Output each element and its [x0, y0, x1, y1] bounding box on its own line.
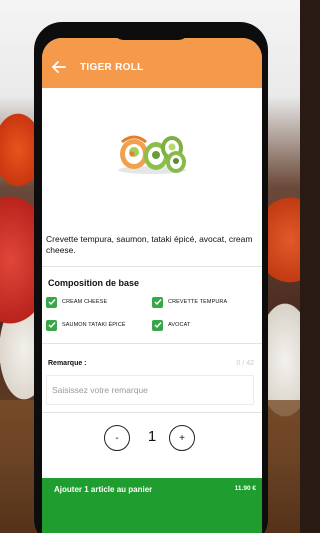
option-crevette-tempura[interactable]: CREVETTE TEMPURA [152, 296, 227, 308]
divider [42, 343, 262, 344]
increase-quantity-button[interactable]: + [169, 425, 195, 451]
divider [42, 266, 262, 267]
option-label: SAUMON TATAKI ÉPICÉ [62, 322, 126, 328]
remark-label: Remarque : [48, 360, 87, 367]
page-title: TIGER ROLL [80, 62, 144, 73]
cart-price: 11.90 € [234, 485, 256, 492]
sushi-roll-image [118, 135, 186, 174]
add-to-cart-label: Ajouter 1 article au panier [54, 485, 153, 494]
checkbox-checked-icon[interactable] [152, 296, 163, 308]
option-label: CREAM CHEESE [62, 299, 108, 305]
option-avocat[interactable]: AVOCAT [152, 319, 190, 331]
checkbox-checked-icon[interactable] [46, 296, 57, 308]
option-label: CREVETTE TEMPURA [168, 299, 228, 305]
quantity-value: 1 [147, 428, 157, 445]
composition-title: Composition de base [48, 278, 140, 288]
product-description: Crevette tempura, saumon, tataki épicé, … [46, 234, 253, 255]
remark-counter: 0 / 42 [236, 360, 254, 367]
option-label: AVOCAT [168, 322, 191, 328]
back-arrow-icon[interactable] [50, 60, 66, 74]
option-cream-cheese[interactable]: CREAM CHEESE [46, 296, 107, 308]
phone-notch [112, 22, 190, 40]
option-saumon-tataki[interactable]: SAUMON TATAKI ÉPICÉ [46, 319, 126, 331]
app-screen: TIGER ROLL Crevette tempura, saumon, tat… [42, 38, 262, 533]
checkbox-checked-icon[interactable] [152, 319, 163, 331]
checkbox-checked-icon[interactable] [46, 319, 57, 331]
divider [42, 412, 262, 413]
remark-input[interactable] [46, 375, 254, 405]
header-bar [42, 38, 262, 88]
decrease-quantity-button[interactable]: - [104, 425, 130, 451]
